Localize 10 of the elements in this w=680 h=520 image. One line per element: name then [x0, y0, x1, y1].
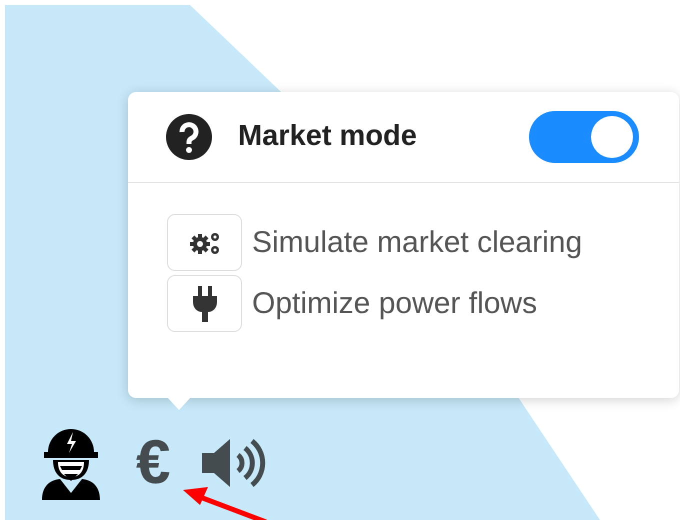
market-mode-toggle[interactable]: [529, 111, 639, 163]
plug-icon: [192, 286, 218, 322]
gears-button[interactable]: [167, 214, 242, 271]
plug-button[interactable]: [167, 275, 242, 332]
popover-title: Market mode: [238, 119, 417, 154]
worker-icon[interactable]: [42, 426, 100, 500]
euro-button[interactable]: €: [136, 432, 170, 494]
help-icon[interactable]: [166, 114, 212, 160]
option-label: Optimize power flows: [252, 286, 538, 322]
option-label: Simulate market clearing: [252, 225, 582, 261]
